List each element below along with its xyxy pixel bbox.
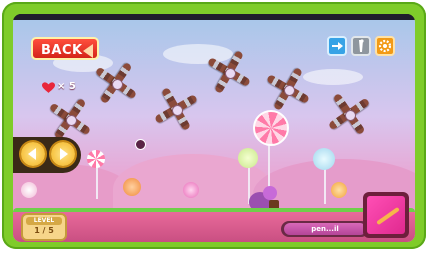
top-strip: [13, 14, 415, 20]
heart-icon: [42, 82, 55, 93]
level-indicator: LEVEL 1 / 5: [21, 213, 67, 241]
lollipop: [87, 150, 105, 168]
tool-label: pen...il: [284, 223, 366, 235]
candy-ball: [21, 182, 37, 198]
tool-panel[interactable]: [363, 192, 409, 238]
right-arrow-icon: [60, 148, 68, 160]
share-button[interactable]: [327, 36, 347, 56]
level-label: LEVEL: [26, 217, 62, 225]
share-icon: [332, 42, 343, 50]
settings-button[interactable]: [375, 36, 395, 56]
candy-ball: [135, 139, 146, 150]
candy-ball: [123, 178, 141, 196]
lollipop: [238, 148, 258, 168]
candy-cross-obstacle: [321, 86, 377, 142]
game-screen: BACK × 5 LEVEL 1 / 5 pen...il: [13, 14, 415, 242]
lollipop: [253, 110, 289, 146]
back-label: BACK: [41, 43, 83, 58]
lollipop-stem: [324, 164, 326, 204]
lollipop: [313, 148, 335, 170]
level-value: 1 / 5: [34, 226, 54, 235]
left-arrow-icon: [28, 148, 36, 160]
left-arrow-button[interactable]: [21, 142, 45, 166]
back-arrow-icon: [83, 44, 93, 58]
lives-count: × 5: [57, 81, 76, 92]
bookmark-button[interactable]: [351, 36, 371, 56]
candy-ball: [331, 182, 347, 198]
candy-ball: [183, 182, 199, 198]
pencil-icon: [376, 206, 400, 226]
settings-gear-icon: [378, 39, 392, 53]
tool-panel-face: [367, 196, 405, 234]
bookmark-icon: [359, 39, 364, 52]
tool-bar[interactable]: pen...il: [281, 221, 369, 237]
right-arrow-button[interactable]: [51, 142, 75, 166]
candy-cross-obstacle: [151, 84, 201, 134]
candy-cross-obstacle: [91, 58, 141, 108]
back-button[interactable]: BACK: [31, 37, 99, 60]
cloud: [303, 69, 363, 85]
candy-cross-obstacle: [47, 96, 93, 142]
lollipop-stem: [96, 164, 98, 199]
candy-cross-obstacle: [265, 66, 311, 112]
candy-cross-obstacle: [201, 44, 257, 100]
